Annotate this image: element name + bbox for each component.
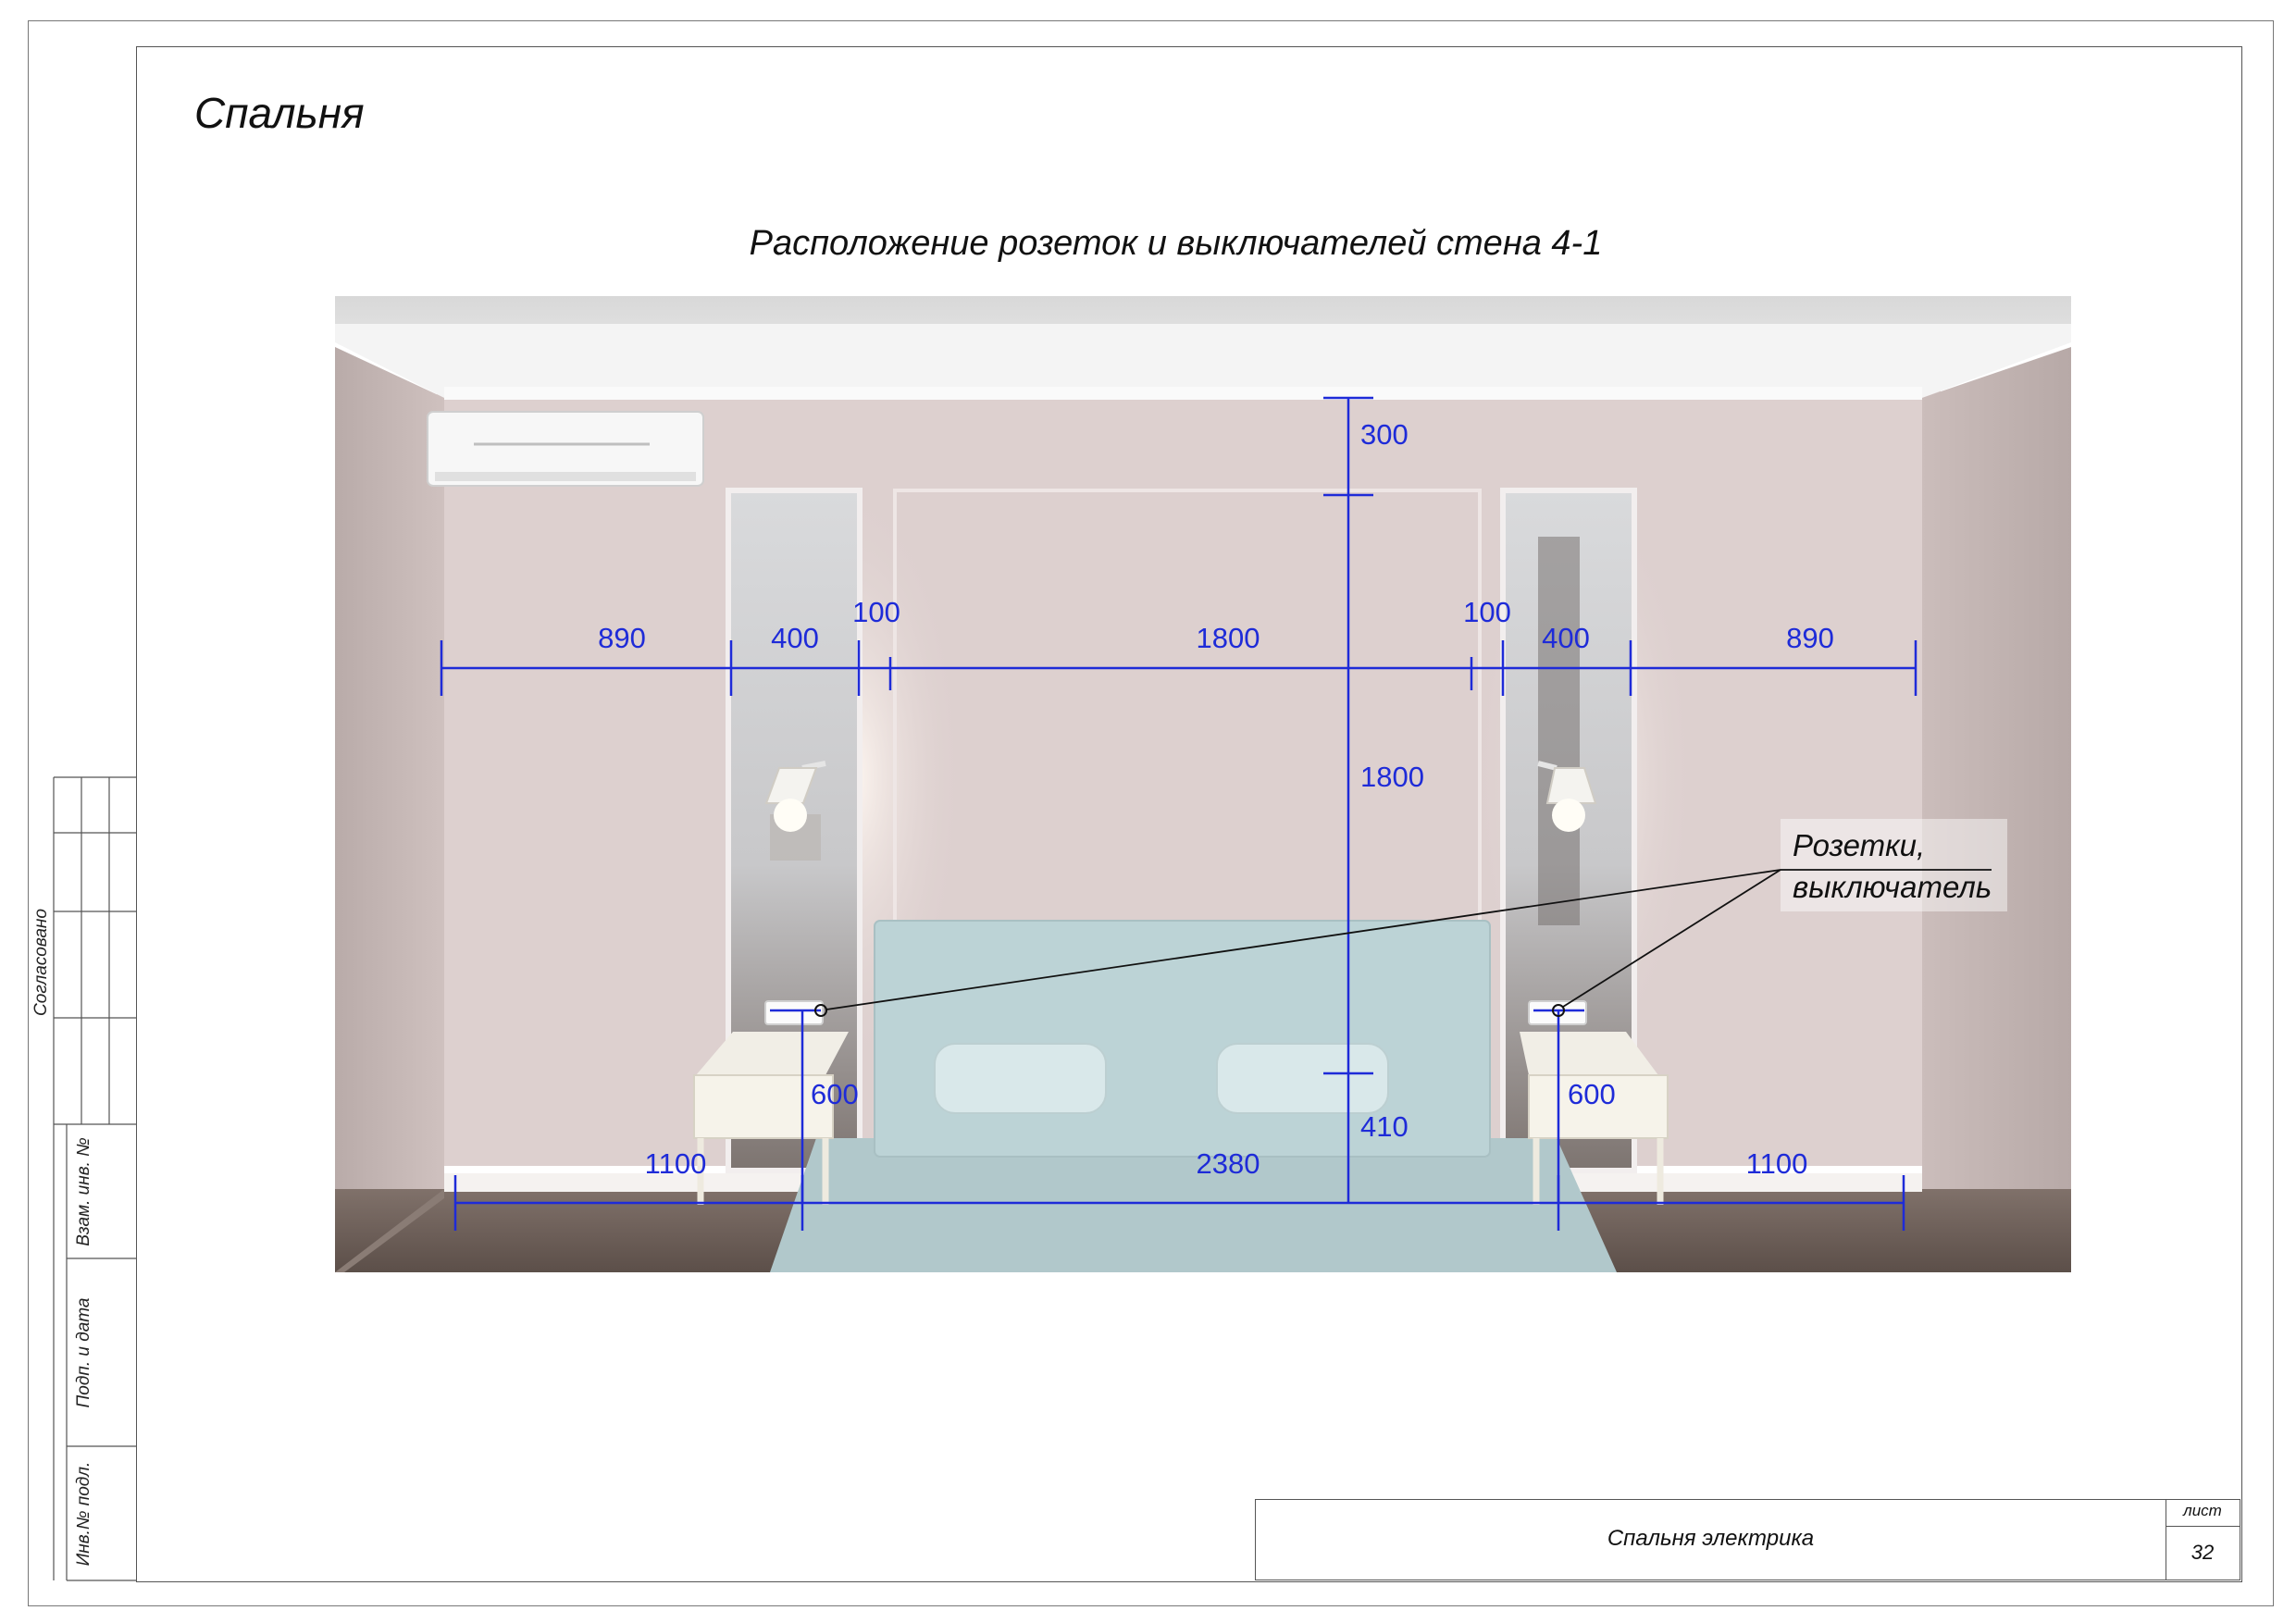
socket-block-left [764,1000,824,1025]
title-block: Спальня электрика лист 32 [1255,1499,2240,1580]
dim-socket-600-right: 600 [1568,1078,1616,1110]
dim-top-100-left: 100 [852,596,900,628]
dim-vert-410: 410 [1360,1110,1409,1143]
dim-top-400-right: 400 [1542,622,1590,654]
inv-orig-label: Инв.№ подл. [74,1462,93,1567]
sheet-label-divider [2166,1526,2240,1527]
pillow-left [934,1043,1107,1114]
sheet-label: лист [2183,1502,2222,1519]
dim-top-890-right: 890 [1786,622,1834,654]
dim-vert-1800: 1800 [1360,761,1424,793]
dim-bottom-1100-left: 1100 [645,1147,707,1180]
replace-inv-label: Взам. инв. № [74,1137,93,1246]
air-conditioner [427,411,704,487]
dim-bottom-2380: 2380 [1197,1147,1260,1180]
dim-top-100-right: 100 [1463,596,1511,628]
dim-top-1800: 1800 [1197,622,1260,654]
document-name: Спальня электрика [1607,1526,1815,1551]
left-wall [335,347,444,1272]
rug [770,1138,1617,1272]
dim-socket-600-left: 600 [811,1078,859,1110]
callout-line2: выключатель [1793,870,1992,904]
sheet-number: 32 [2191,1541,2215,1564]
sign-date-label: Подп. и дата [74,1298,93,1408]
sheet-heading: Спальня [194,89,365,137]
dim-vert-300: 300 [1360,418,1409,451]
approved-label: Согласовано [31,909,51,1016]
dim-top-400-left: 400 [771,622,819,654]
callout-line1: Розетки, [1793,828,1925,862]
dim-top-890-left: 890 [598,622,646,654]
room-elevation: Розетки, выключатель 890 400 100 1800 10… [335,296,2071,1272]
right-wall [1922,347,2071,1272]
drawing-title: Расположение розеток и выключателей стен… [749,224,1603,263]
dim-bottom-1100-right: 1100 [1746,1147,1808,1180]
pillow-right [1216,1043,1389,1114]
